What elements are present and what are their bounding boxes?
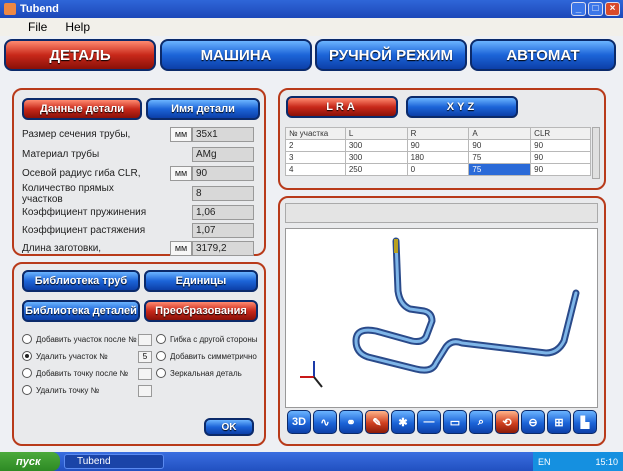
tab-lra[interactable]: LRA	[286, 96, 398, 118]
add-point-input[interactable]	[138, 368, 152, 380]
option-add-segment[interactable]: Добавить участок после №	[22, 334, 137, 344]
transform-button[interactable]: Преобразования	[144, 300, 258, 322]
row-material: Материал трубы AMg	[20, 146, 256, 163]
units-button[interactable]: Единицы	[144, 270, 258, 292]
tab-xyz[interactable]: XYZ	[406, 96, 518, 118]
row-springback: Коэффициент пружинения 1,06	[20, 204, 256, 221]
option-add-point[interactable]: Добавить точку после №	[22, 368, 128, 378]
row-stretch: Коэффициент растяжения 1,07	[20, 222, 256, 239]
table-header: № участка L R A CLR	[285, 127, 591, 140]
menu-bar: File Help	[0, 18, 623, 36]
stretch-field[interactable]: 1,07	[192, 223, 254, 238]
chain-icon[interactable]: ⚭	[339, 410, 363, 434]
radio-mirror-part[interactable]	[156, 368, 166, 378]
tab-machine[interactable]: МАШИНА	[160, 39, 312, 71]
blank-length-field[interactable]: 3179,2	[192, 241, 254, 256]
3d-viewer[interactable]	[285, 228, 598, 408]
part-library-button[interactable]: Библиотека деталей	[22, 300, 140, 322]
row-tube-size: Размер сечения трубы, мм 35x1	[20, 126, 256, 143]
delete-segment-input[interactable]: 5	[138, 351, 152, 363]
main-nav: ДЕТАЛЬ МАШИНА РУЧНОЙ РЕЖИМ АВТОМАТ	[4, 37, 619, 73]
menu-file[interactable]: File	[28, 20, 47, 34]
taskbar-item-tubend[interactable]: Tubend	[64, 454, 164, 469]
close-button[interactable]: ×	[605, 2, 620, 16]
option-add-symmetric[interactable]: Добавить симметрично	[156, 351, 257, 361]
start-button[interactable]: пуск	[0, 452, 60, 471]
segments-table: № участка L R A CLR 2 300 90 90 90 3 300…	[285, 127, 591, 176]
radio-delete-segment[interactable]	[22, 351, 32, 361]
system-tray: EN 15:10	[533, 452, 623, 471]
row-straight-count: Количество прямых участков 8	[20, 183, 256, 205]
row-clr: Осевой радиус гиба CLR, мм 90	[20, 165, 256, 182]
straight-count-field[interactable]: 8	[192, 186, 254, 201]
table-row[interactable]: 3 300 180 75 90	[285, 151, 591, 164]
tab-part-data[interactable]: Данные детали	[22, 98, 142, 120]
maximize-button[interactable]: □	[588, 2, 603, 16]
tab-detail[interactable]: ДЕТАЛЬ	[4, 39, 156, 71]
row-blank-length: Длина заготовки, мм 3179,2	[20, 240, 256, 257]
minimize-button[interactable]: _	[571, 2, 586, 16]
tube-library-button[interactable]: Библиотека труб	[22, 270, 140, 292]
option-bend-other-side[interactable]: Гибка с другой стороны	[156, 334, 258, 344]
language-indicator[interactable]: EN	[538, 457, 551, 467]
app-screen: Tubend _ □ × File Help ДЕТАЛЬ МАШИНА РУЧ…	[0, 0, 623, 471]
print-icon[interactable]: ▙	[573, 410, 597, 434]
viewer-info-bar	[285, 203, 598, 223]
add-segment-input[interactable]	[138, 334, 152, 346]
radio-delete-point[interactable]	[22, 385, 32, 395]
tab-auto[interactable]: АВТОМАТ	[470, 39, 616, 71]
tube-model	[300, 237, 580, 388]
ok-button[interactable]: OK	[204, 418, 254, 436]
taskbar: пуск Tubend EN 15:10	[0, 452, 623, 471]
title-bar: Tubend _ □ ×	[0, 0, 623, 18]
tab-manual-mode[interactable]: РУЧНОЙ РЕЖИМ	[315, 39, 467, 71]
option-delete-point[interactable]: Удалить точку №	[22, 385, 99, 395]
radio-add-segment[interactable]	[22, 334, 32, 344]
star-icon[interactable]: ✱	[391, 410, 415, 434]
table-scrollbar[interactable]	[592, 127, 600, 179]
measure-icon[interactable]: ✎	[365, 410, 389, 434]
frame-icon[interactable]: ▭	[443, 410, 467, 434]
tube-size-field[interactable]: 35x1	[192, 127, 254, 142]
menu-help[interactable]: Help	[65, 20, 90, 34]
radio-bend-other-side[interactable]	[156, 334, 166, 344]
segments-panel: LRA XYZ № участка L R A CLR 2 300 90 90 …	[278, 88, 606, 190]
clock: 15:10	[595, 456, 618, 467]
zoom-icon[interactable]: ⌕	[469, 410, 493, 434]
curve-icon[interactable]: ∿	[313, 410, 337, 434]
radio-add-symmetric[interactable]	[156, 351, 166, 361]
radio-add-point[interactable]	[22, 368, 32, 378]
material-field[interactable]: AMg	[192, 147, 254, 162]
delete-point-input[interactable]	[138, 385, 152, 397]
part-data-panel: Данные детали Имя детали Размер сечения …	[12, 88, 266, 256]
option-mirror-part[interactable]: Зеркальная деталь	[156, 368, 242, 378]
fit-icon[interactable]: ⊞	[547, 410, 571, 434]
option-delete-segment[interactable]: Удалить участок №	[22, 351, 108, 361]
line-icon[interactable]: —	[417, 410, 441, 434]
axis-gizmo-icon	[300, 361, 323, 388]
springback-field[interactable]: 1,06	[192, 205, 254, 220]
view-3d-button[interactable]: 3D	[287, 410, 311, 434]
app-icon	[4, 3, 16, 15]
clr-field[interactable]: 90	[192, 166, 254, 181]
window-title: Tubend	[20, 3, 59, 15]
table-row[interactable]: 2 300 90 90 90	[285, 139, 591, 152]
pan-icon[interactable]: ⊖	[521, 410, 545, 434]
rotate-icon[interactable]: ⟲	[495, 410, 519, 434]
selected-cell[interactable]: 75	[468, 163, 532, 176]
tab-part-name[interactable]: Имя детали	[146, 98, 260, 120]
tools-panel: Библиотека труб Единицы Библиотека детал…	[12, 262, 266, 446]
table-row[interactable]: 4 250 0 75 90	[285, 163, 591, 176]
